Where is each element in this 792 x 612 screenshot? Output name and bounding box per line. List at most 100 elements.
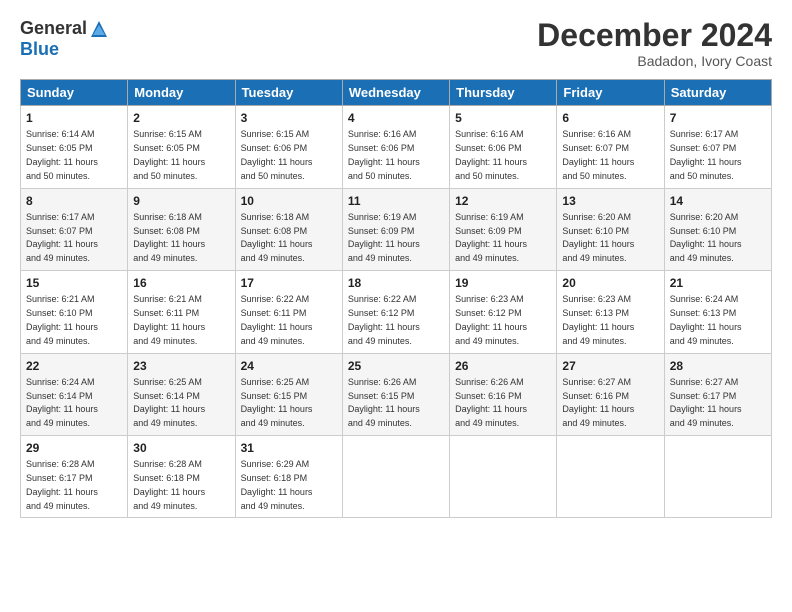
day-number: 29 (26, 440, 122, 456)
col-wednesday: Wednesday (342, 80, 449, 106)
day-number: 20 (562, 275, 658, 291)
logo-blue-text: Blue (20, 39, 59, 60)
day-info: Sunrise: 6:20 AMSunset: 6:10 PMDaylight:… (562, 212, 634, 263)
day-info: Sunrise: 6:24 AMSunset: 6:14 PMDaylight:… (26, 377, 98, 428)
day-info: Sunrise: 6:18 AMSunset: 6:08 PMDaylight:… (133, 212, 205, 263)
day-info: Sunrise: 6:15 AMSunset: 6:06 PMDaylight:… (241, 129, 313, 180)
table-row: 20 Sunrise: 6:23 AMSunset: 6:13 PMDaylig… (557, 271, 664, 353)
table-row: 2 Sunrise: 6:15 AMSunset: 6:05 PMDayligh… (128, 106, 235, 188)
header: General Blue December 2024 Badadon, Ivor… (20, 18, 772, 69)
day-number: 8 (26, 193, 122, 209)
day-info: Sunrise: 6:24 AMSunset: 6:13 PMDaylight:… (670, 294, 742, 345)
col-thursday: Thursday (450, 80, 557, 106)
location-subtitle: Badadon, Ivory Coast (537, 53, 772, 69)
table-row: 23 Sunrise: 6:25 AMSunset: 6:14 PMDaylig… (128, 353, 235, 435)
table-row: 15 Sunrise: 6:21 AMSunset: 6:10 PMDaylig… (21, 271, 128, 353)
col-sunday: Sunday (21, 80, 128, 106)
day-info: Sunrise: 6:26 AMSunset: 6:15 PMDaylight:… (348, 377, 420, 428)
table-row: 7 Sunrise: 6:17 AMSunset: 6:07 PMDayligh… (664, 106, 771, 188)
day-number: 23 (133, 358, 229, 374)
day-info: Sunrise: 6:23 AMSunset: 6:12 PMDaylight:… (455, 294, 527, 345)
day-number: 24 (241, 358, 337, 374)
day-number: 15 (26, 275, 122, 291)
day-info: Sunrise: 6:25 AMSunset: 6:14 PMDaylight:… (133, 377, 205, 428)
table-row: 21 Sunrise: 6:24 AMSunset: 6:13 PMDaylig… (664, 271, 771, 353)
day-info: Sunrise: 6:16 AMSunset: 6:06 PMDaylight:… (455, 129, 527, 180)
day-info: Sunrise: 6:29 AMSunset: 6:18 PMDaylight:… (241, 459, 313, 510)
title-area: December 2024 Badadon, Ivory Coast (537, 18, 772, 69)
col-monday: Monday (128, 80, 235, 106)
day-info: Sunrise: 6:16 AMSunset: 6:06 PMDaylight:… (348, 129, 420, 180)
calendar-week-3: 15 Sunrise: 6:21 AMSunset: 6:10 PMDaylig… (21, 271, 772, 353)
day-number: 9 (133, 193, 229, 209)
table-row: 22 Sunrise: 6:24 AMSunset: 6:14 PMDaylig… (21, 353, 128, 435)
day-number: 7 (670, 110, 766, 126)
calendar: Sunday Monday Tuesday Wednesday Thursday… (20, 79, 772, 518)
table-row: 13 Sunrise: 6:20 AMSunset: 6:10 PMDaylig… (557, 188, 664, 270)
day-number: 18 (348, 275, 444, 291)
table-row: 4 Sunrise: 6:16 AMSunset: 6:06 PMDayligh… (342, 106, 449, 188)
empty-cell (664, 435, 771, 517)
day-number: 16 (133, 275, 229, 291)
day-number: 2 (133, 110, 229, 126)
table-row: 19 Sunrise: 6:23 AMSunset: 6:12 PMDaylig… (450, 271, 557, 353)
calendar-header-row: Sunday Monday Tuesday Wednesday Thursday… (21, 80, 772, 106)
table-row: 5 Sunrise: 6:16 AMSunset: 6:06 PMDayligh… (450, 106, 557, 188)
empty-cell (342, 435, 449, 517)
table-row: 8 Sunrise: 6:17 AMSunset: 6:07 PMDayligh… (21, 188, 128, 270)
day-info: Sunrise: 6:26 AMSunset: 6:16 PMDaylight:… (455, 377, 527, 428)
day-number: 13 (562, 193, 658, 209)
day-info: Sunrise: 6:18 AMSunset: 6:08 PMDaylight:… (241, 212, 313, 263)
table-row: 1 Sunrise: 6:14 AMSunset: 6:05 PMDayligh… (21, 106, 128, 188)
day-info: Sunrise: 6:14 AMSunset: 6:05 PMDaylight:… (26, 129, 98, 180)
day-info: Sunrise: 6:25 AMSunset: 6:15 PMDaylight:… (241, 377, 313, 428)
table-row: 14 Sunrise: 6:20 AMSunset: 6:10 PMDaylig… (664, 188, 771, 270)
table-row: 28 Sunrise: 6:27 AMSunset: 6:17 PMDaylig… (664, 353, 771, 435)
day-number: 3 (241, 110, 337, 126)
table-row: 25 Sunrise: 6:26 AMSunset: 6:15 PMDaylig… (342, 353, 449, 435)
day-number: 5 (455, 110, 551, 126)
col-saturday: Saturday (664, 80, 771, 106)
day-info: Sunrise: 6:21 AMSunset: 6:11 PMDaylight:… (133, 294, 205, 345)
day-number: 11 (348, 193, 444, 209)
day-number: 26 (455, 358, 551, 374)
day-number: 14 (670, 193, 766, 209)
day-number: 28 (670, 358, 766, 374)
day-number: 27 (562, 358, 658, 374)
empty-cell (557, 435, 664, 517)
day-number: 6 (562, 110, 658, 126)
table-row: 24 Sunrise: 6:25 AMSunset: 6:15 PMDaylig… (235, 353, 342, 435)
day-number: 17 (241, 275, 337, 291)
table-row: 16 Sunrise: 6:21 AMSunset: 6:11 PMDaylig… (128, 271, 235, 353)
day-number: 25 (348, 358, 444, 374)
table-row: 12 Sunrise: 6:19 AMSunset: 6:09 PMDaylig… (450, 188, 557, 270)
table-row: 10 Sunrise: 6:18 AMSunset: 6:08 PMDaylig… (235, 188, 342, 270)
table-row: 30 Sunrise: 6:28 AMSunset: 6:18 PMDaylig… (128, 435, 235, 517)
day-info: Sunrise: 6:19 AMSunset: 6:09 PMDaylight:… (455, 212, 527, 263)
day-info: Sunrise: 6:20 AMSunset: 6:10 PMDaylight:… (670, 212, 742, 263)
day-number: 22 (26, 358, 122, 374)
day-info: Sunrise: 6:19 AMSunset: 6:09 PMDaylight:… (348, 212, 420, 263)
day-info: Sunrise: 6:17 AMSunset: 6:07 PMDaylight:… (26, 212, 98, 263)
day-info: Sunrise: 6:27 AMSunset: 6:16 PMDaylight:… (562, 377, 634, 428)
day-info: Sunrise: 6:15 AMSunset: 6:05 PMDaylight:… (133, 129, 205, 180)
table-row: 27 Sunrise: 6:27 AMSunset: 6:16 PMDaylig… (557, 353, 664, 435)
table-row: 29 Sunrise: 6:28 AMSunset: 6:17 PMDaylig… (21, 435, 128, 517)
table-row: 18 Sunrise: 6:22 AMSunset: 6:12 PMDaylig… (342, 271, 449, 353)
day-info: Sunrise: 6:22 AMSunset: 6:12 PMDaylight:… (348, 294, 420, 345)
calendar-week-2: 8 Sunrise: 6:17 AMSunset: 6:07 PMDayligh… (21, 188, 772, 270)
empty-cell (450, 435, 557, 517)
day-number: 12 (455, 193, 551, 209)
table-row: 26 Sunrise: 6:26 AMSunset: 6:16 PMDaylig… (450, 353, 557, 435)
calendar-week-4: 22 Sunrise: 6:24 AMSunset: 6:14 PMDaylig… (21, 353, 772, 435)
day-number: 21 (670, 275, 766, 291)
day-number: 31 (241, 440, 337, 456)
day-number: 10 (241, 193, 337, 209)
day-info: Sunrise: 6:16 AMSunset: 6:07 PMDaylight:… (562, 129, 634, 180)
calendar-week-1: 1 Sunrise: 6:14 AMSunset: 6:05 PMDayligh… (21, 106, 772, 188)
day-number: 30 (133, 440, 229, 456)
day-info: Sunrise: 6:17 AMSunset: 6:07 PMDaylight:… (670, 129, 742, 180)
day-info: Sunrise: 6:28 AMSunset: 6:17 PMDaylight:… (26, 459, 98, 510)
col-tuesday: Tuesday (235, 80, 342, 106)
logo-general-text: General (20, 18, 87, 39)
